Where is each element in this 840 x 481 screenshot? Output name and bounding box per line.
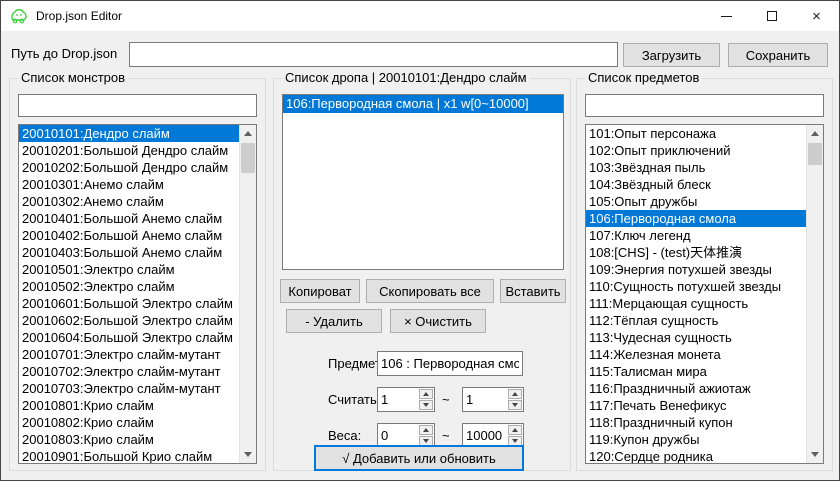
spin-up-icon[interactable] [419, 389, 433, 399]
minimize-icon [721, 16, 732, 17]
scrollbar-thumb[interactable] [241, 143, 255, 173]
count-max-stepper[interactable] [462, 387, 524, 412]
item-search-input[interactable] [585, 94, 824, 117]
copy-button[interactable]: Копироват [280, 279, 360, 303]
clear-button[interactable]: × Очистить [390, 309, 486, 333]
list-item[interactable]: 112:Тёплая сущность [586, 312, 806, 329]
list-item[interactable]: 20010802:Крио слайм [19, 414, 239, 431]
list-item[interactable]: 104:Звёздный блеск [586, 176, 806, 193]
item-label: Предмет: [328, 356, 384, 371]
count-tilde: ~ [442, 392, 450, 407]
list-item[interactable]: 20010803:Крио слайм [19, 431, 239, 448]
drop-list[interactable]: 106:Первородная смола | x1 w[0~10000] [282, 94, 564, 270]
item-input[interactable] [377, 351, 523, 376]
list-item[interactable]: 113:Чудесная сущность [586, 329, 806, 346]
list-item[interactable]: 103:Звёздная пыль [586, 159, 806, 176]
monster-list[interactable]: 20010101:Дендро слайм20010201:Большой Де… [18, 124, 257, 464]
spin-up-icon[interactable] [508, 425, 522, 435]
close-icon: × [812, 9, 821, 24]
list-item[interactable]: 20010301:Анемо слайм [19, 176, 239, 193]
maximize-button[interactable] [749, 1, 794, 31]
list-item[interactable]: 109:Энергия потухшей звезды [586, 261, 806, 278]
load-button[interactable]: Загрузить [623, 43, 720, 67]
app-icon [10, 7, 28, 25]
scroll-down-icon[interactable] [240, 446, 256, 463]
item-list[interactable]: 101:Опыт персонажа102:Опыт приключений10… [585, 124, 824, 464]
list-item[interactable]: 20010402:Большой Анемо слайм [19, 227, 239, 244]
list-item[interactable]: 20010701:Электро слайм-мутант [19, 346, 239, 363]
list-item[interactable]: 115:Талисман мира [586, 363, 806, 380]
spin-down-icon[interactable] [508, 400, 522, 410]
list-item[interactable]: 118:Праздничный купон [586, 414, 806, 431]
drop-group-title: Список дропа | 20010101:Дендро слайм [282, 70, 530, 85]
count-min-input[interactable] [378, 388, 418, 411]
list-item[interactable]: 106:Первородная смола | x1 w[0~10000] [283, 95, 563, 113]
monsters-group-title: Список монстров [18, 70, 128, 85]
list-item[interactable]: 20010101:Дендро слайм [19, 125, 239, 142]
scrollbar-thumb[interactable] [808, 143, 822, 165]
delete-button[interactable]: - Удалить [286, 309, 382, 333]
weight-min-input[interactable] [378, 424, 418, 447]
spin-down-icon[interactable] [419, 400, 433, 410]
list-item[interactable]: 20010703:Электро слайм-мутант [19, 380, 239, 397]
list-item[interactable]: 20010901:Большой Крио слайм [19, 448, 239, 464]
list-item[interactable]: 20010602:Большой Электро слайм [19, 312, 239, 329]
list-item[interactable]: 20010201:Большой Дендро слайм [19, 142, 239, 159]
weight-tilde: ~ [442, 428, 450, 443]
list-item[interactable]: 120:Сердце родника [586, 448, 806, 464]
list-item[interactable]: 101:Опыт персонажа [586, 125, 806, 142]
save-button[interactable]: Сохранить [728, 43, 828, 67]
monster-list-scrollbar[interactable] [239, 125, 256, 463]
add-or-update-button[interactable]: √ Добавить или обновить [314, 445, 524, 471]
list-item[interactable]: 20010501:Электро слайм [19, 261, 239, 278]
spin-up-icon[interactable] [419, 425, 433, 435]
minimize-button[interactable] [704, 1, 749, 31]
list-item[interactable]: 105:Опыт дружбы [586, 193, 806, 210]
list-item[interactable]: 119:Купон дружбы [586, 431, 806, 448]
maximize-icon [767, 11, 777, 21]
paste-button[interactable]: Вставить [500, 279, 566, 303]
app-window: Drop.json Editor × Путь до Drop.json Заг… [0, 0, 840, 481]
count-min-stepper[interactable] [377, 387, 435, 412]
list-item[interactable]: 106:Первородная смола [586, 210, 806, 227]
weight-max-input[interactable] [463, 424, 507, 447]
spin-up-icon[interactable] [508, 389, 522, 399]
list-item[interactable]: 20010401:Большой Анемо слайм [19, 210, 239, 227]
list-item[interactable]: 114:Железная монета [586, 346, 806, 363]
monster-search-input[interactable] [18, 94, 257, 117]
weight-label: Веса: [328, 428, 361, 443]
copy-all-button[interactable]: Скопировать все [366, 279, 494, 303]
list-item[interactable]: 20010302:Анемо слайм [19, 193, 239, 210]
title-bar[interactable]: Drop.json Editor × [1, 1, 839, 31]
list-item[interactable]: 116:Праздничный ажиотаж [586, 380, 806, 397]
list-item[interactable]: 107:Ключ легенд [586, 227, 806, 244]
path-input[interactable] [129, 42, 618, 67]
window-title: Drop.json Editor [36, 9, 122, 23]
drop-group: Список дропа | 20010101:Дендро слайм 106… [273, 78, 571, 471]
list-item[interactable]: 102:Опыт приключений [586, 142, 806, 159]
count-max-input[interactable] [463, 388, 507, 411]
list-item[interactable]: 20010502:Электро слайм [19, 278, 239, 295]
list-item[interactable]: 108:[CHS] - (test)天体推演 [586, 244, 806, 261]
list-item[interactable]: 20010601:Большой Электро слайм [19, 295, 239, 312]
list-item[interactable]: 20010403:Большой Анемо слайм [19, 244, 239, 261]
list-item[interactable]: 20010702:Электро слайм-мутант [19, 363, 239, 380]
list-item[interactable]: 20010801:Крио слайм [19, 397, 239, 414]
path-label: Путь до Drop.json [11, 46, 117, 61]
items-group: Список предметов 101:Опыт персонажа102:О… [576, 78, 833, 471]
close-button[interactable]: × [794, 1, 839, 31]
items-group-title: Список предметов [585, 70, 702, 85]
scroll-up-icon[interactable] [807, 125, 823, 142]
scroll-down-icon[interactable] [807, 446, 823, 463]
monsters-group: Список монстров 20010101:Дендро слайм200… [9, 78, 266, 471]
item-list-scrollbar[interactable] [806, 125, 823, 463]
list-item[interactable]: 117:Печать Венефикус [586, 397, 806, 414]
count-label: Считать [328, 392, 377, 407]
scroll-up-icon[interactable] [240, 125, 256, 142]
list-item[interactable]: 111:Мерцающая сущность [586, 295, 806, 312]
list-item[interactable]: 110:Сущность потухшей звезды [586, 278, 806, 295]
list-item[interactable]: 20010604:Большой Электро слайм [19, 329, 239, 346]
list-item[interactable]: 20010202:Большой Дендро слайм [19, 159, 239, 176]
